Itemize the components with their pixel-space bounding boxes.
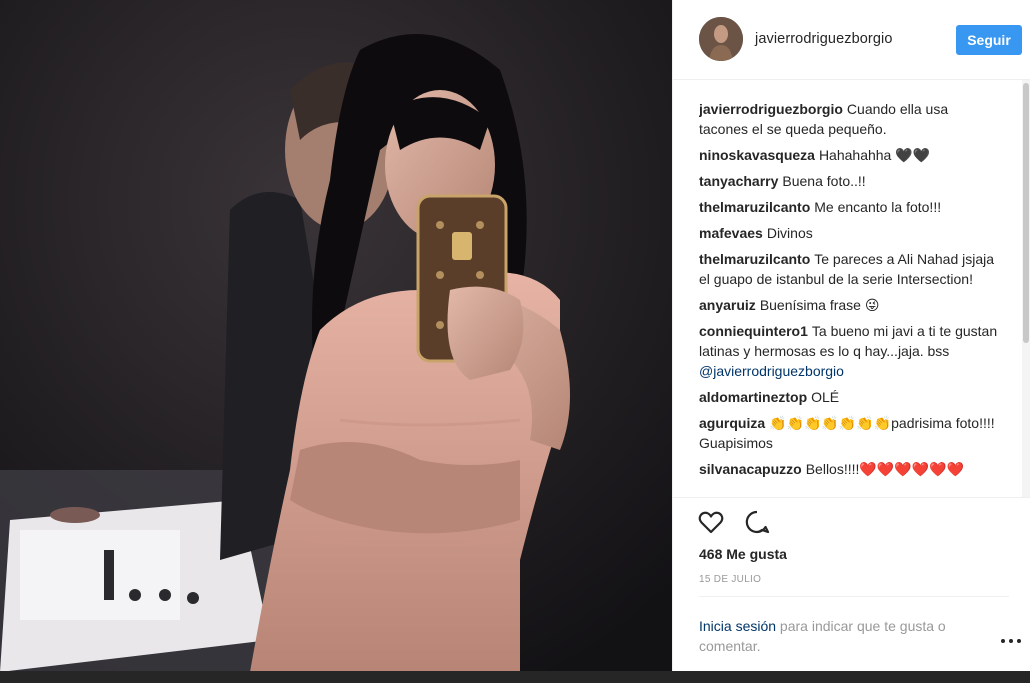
comment-username[interactable]: mafevaes xyxy=(699,225,763,241)
comment-item: aldomartineztop OLÉ xyxy=(699,387,1001,407)
comment-text: Divinos xyxy=(766,225,813,241)
comment-username[interactable]: anyaruiz xyxy=(699,297,756,313)
comment-text: Hahahahha 🖤🖤 xyxy=(818,147,931,163)
comment-username[interactable]: aldomartineztop xyxy=(699,389,807,405)
comment-item: tanyacharry Buena foto..!! xyxy=(699,171,1001,191)
comment-text: Me encanto la foto!!! xyxy=(814,199,942,215)
post-photo[interactable] xyxy=(0,0,672,672)
comment-bubble-icon[interactable] xyxy=(743,508,771,536)
comment-item: mafevaes Divinos xyxy=(699,223,1001,243)
comment-item: anyaruiz Buenísima frase 😜 xyxy=(699,295,1001,315)
comment-text: Buenísima frase 😜 xyxy=(759,297,880,313)
comment-username[interactable]: silvanacapuzzo xyxy=(699,461,802,477)
post-actions: 468 Me gusta 15 DE JULIO Inicia sesión p… xyxy=(673,497,1030,671)
comment-item: agurquiza 👏👏👏👏👏👏👏padrisima foto!!!! Guapi… xyxy=(699,413,1001,453)
comment-item: conniequintero1 Ta bueno mi javi a ti te … xyxy=(699,321,1001,381)
comment-text: OLÉ xyxy=(811,389,840,405)
comment-mention-link[interactable]: @javierrodriguezborgio xyxy=(699,363,844,379)
comment-text: Bellos!!!!❤️❤️❤️❤️❤️❤️ xyxy=(805,461,964,477)
comment-username[interactable]: javierrodriguezborgio xyxy=(699,101,843,117)
bottom-bar xyxy=(0,671,1030,683)
likes-count[interactable]: 468 Me gusta xyxy=(699,546,787,562)
login-prompt: Inicia sesión para indicar que te gusta … xyxy=(699,596,1009,656)
post-side-panel: javierrodriguezborgio Seguir javierrodri… xyxy=(672,0,1030,671)
comment-username[interactable]: conniequintero1 xyxy=(699,323,808,339)
more-options-icon[interactable] xyxy=(1001,635,1021,647)
comment-text: Buena foto..!! xyxy=(782,173,866,189)
post-header: javierrodriguezborgio Seguir xyxy=(673,0,1030,80)
comment-username[interactable]: thelmaruzilcanto xyxy=(699,251,810,267)
comment-username[interactable]: ninoskavasqueza xyxy=(699,147,815,163)
post-photo-image xyxy=(0,0,672,672)
comment-username[interactable]: thelmaruzilcanto xyxy=(699,199,810,215)
comment-item: ninoskavasqueza Hahahahha 🖤🖤 xyxy=(699,145,1001,165)
post-date[interactable]: 15 DE JULIO xyxy=(699,574,761,585)
comment-username[interactable]: tanyacharry xyxy=(699,173,778,189)
comment-username[interactable]: agurquiza xyxy=(699,415,765,431)
login-link[interactable]: Inicia sesión xyxy=(699,618,776,634)
header-username[interactable]: javierrodriguezborgio xyxy=(755,31,893,47)
comment-item: javierrodriguezborgio Cuando ella usa tac… xyxy=(699,99,1001,139)
avatar-image xyxy=(699,17,743,61)
avatar[interactable] xyxy=(699,17,743,61)
heart-icon[interactable] xyxy=(697,508,725,536)
comments-scrollbar-thumb[interactable] xyxy=(1023,83,1029,343)
comments-list[interactable]: javierrodriguezborgio Cuando ella usa tac… xyxy=(699,99,1001,496)
comment-item: silvanacapuzzo Bellos!!!!❤️❤️❤️❤️❤️❤️ xyxy=(699,459,1001,479)
comment-item: thelmaruzilcanto Te pareces a Ali Nahad j… xyxy=(699,249,1001,289)
comment-item: thelmaruzilcanto Me encanto la foto!!! xyxy=(699,197,1001,217)
follow-button[interactable]: Seguir xyxy=(956,25,1022,55)
